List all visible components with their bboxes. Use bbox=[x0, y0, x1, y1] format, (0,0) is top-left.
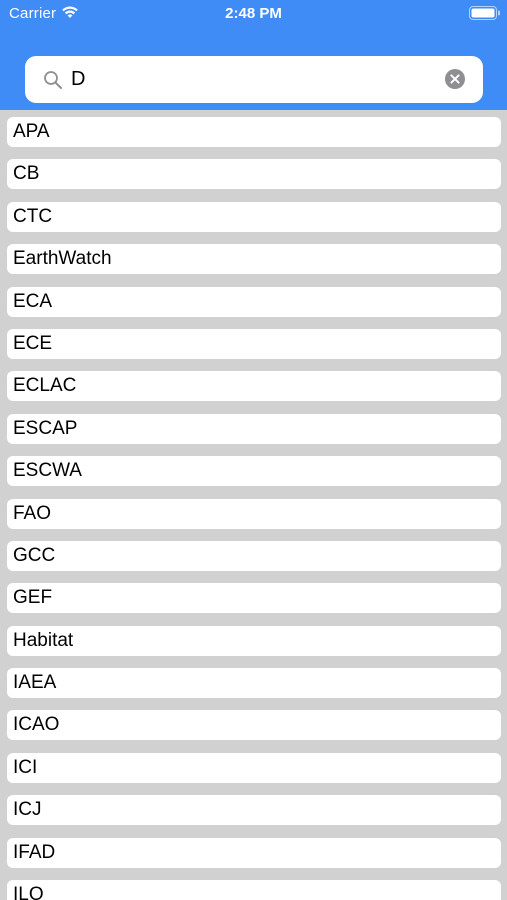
list-item[interactable]: ESCWA bbox=[0, 449, 507, 491]
list-item-label: IFAD bbox=[13, 841, 56, 863]
list-item[interactable]: ECA bbox=[0, 280, 507, 322]
list-item-label: IAEA bbox=[13, 672, 57, 694]
list-item[interactable]: ILO bbox=[0, 873, 507, 900]
list-item[interactable]: ICI bbox=[0, 746, 507, 788]
list-item[interactable]: ICAO bbox=[0, 703, 507, 745]
list-item-card[interactable]: ESCWA bbox=[7, 456, 501, 487]
list-item-label: ECA bbox=[13, 290, 53, 312]
list-item-label: ICJ bbox=[13, 799, 42, 821]
list-item-card[interactable]: IFAD bbox=[7, 837, 501, 868]
list-item-card[interactable]: ICI bbox=[7, 752, 501, 783]
list-item-label: ICI bbox=[13, 756, 38, 778]
list-item-label: ESCWA bbox=[13, 460, 82, 482]
list-item-label: ECLAC bbox=[13, 375, 77, 397]
clear-search-icon[interactable] bbox=[445, 69, 465, 89]
list-item-card[interactable]: ECA bbox=[7, 286, 501, 317]
battery-icon bbox=[469, 6, 501, 20]
list-item[interactable]: ESCAP bbox=[0, 407, 507, 449]
list-item-label: APA bbox=[13, 121, 50, 142]
list-item-card[interactable]: ESCAP bbox=[7, 413, 501, 444]
list-item-label: ILO bbox=[13, 884, 44, 900]
list-item-card[interactable]: FAO bbox=[7, 498, 501, 529]
list-item-card[interactable]: IAEA bbox=[7, 668, 501, 699]
list-item-label: EarthWatch bbox=[13, 248, 112, 270]
list-item[interactable]: Habitat bbox=[0, 619, 507, 661]
list-item[interactable]: GEF bbox=[0, 576, 507, 618]
list-item-card[interactable]: Habitat bbox=[7, 625, 501, 656]
list-item[interactable]: CB bbox=[0, 152, 507, 194]
list-item-card[interactable]: GEF bbox=[7, 583, 501, 614]
list-item-card[interactable]: CB bbox=[7, 159, 501, 190]
list-item-label: GEF bbox=[13, 587, 53, 609]
search-icon bbox=[43, 70, 63, 90]
list-item[interactable]: APA bbox=[0, 110, 507, 152]
list-item-card[interactable]: GCC bbox=[7, 540, 501, 571]
list-item-label: GCC bbox=[13, 544, 56, 566]
navigation-header: Carrier 2:48 PM bbox=[0, 0, 507, 110]
list-item-label: Habitat bbox=[13, 629, 74, 651]
results-list[interactable]: APA CB CTC EarthWatch ECA ECE ECLAC ESCA… bbox=[0, 110, 507, 900]
list-item[interactable]: ECE bbox=[0, 322, 507, 364]
list-item-card[interactable]: APA bbox=[7, 117, 501, 147]
list-item[interactable]: ECLAC bbox=[0, 364, 507, 406]
list-item-label: CB bbox=[13, 163, 40, 185]
list-item-card[interactable]: ECLAC bbox=[7, 371, 501, 402]
list-item-card[interactable]: ICAO bbox=[7, 710, 501, 741]
list-item-card[interactable]: CTC bbox=[7, 201, 501, 232]
search-bar[interactable] bbox=[25, 56, 483, 103]
list-item-label: FAO bbox=[13, 502, 52, 524]
list-item-label: ESCAP bbox=[13, 417, 78, 439]
list-item[interactable]: IFAD bbox=[0, 831, 507, 873]
list-item-card[interactable]: ICJ bbox=[7, 795, 501, 826]
list-item-label: ICAO bbox=[13, 714, 60, 736]
status-clock: 2:48 PM bbox=[225, 5, 282, 22]
list-item-card[interactable]: EarthWatch bbox=[7, 244, 501, 275]
list-item[interactable]: IAEA bbox=[0, 661, 507, 703]
list-item[interactable]: FAO bbox=[0, 492, 507, 534]
list-item[interactable]: ICJ bbox=[0, 788, 507, 830]
search-input[interactable] bbox=[71, 56, 431, 103]
list-item[interactable]: EarthWatch bbox=[0, 237, 507, 279]
list-item[interactable]: GCC bbox=[0, 534, 507, 576]
list-item-label: CTC bbox=[13, 205, 53, 227]
status-bar: Carrier 2:48 PM bbox=[0, 0, 507, 28]
list-item-card[interactable]: ILO bbox=[7, 880, 501, 900]
list-item[interactable]: CTC bbox=[0, 195, 507, 237]
list-item-label: ECE bbox=[13, 332, 53, 354]
list-item-card[interactable]: ECE bbox=[7, 328, 501, 359]
